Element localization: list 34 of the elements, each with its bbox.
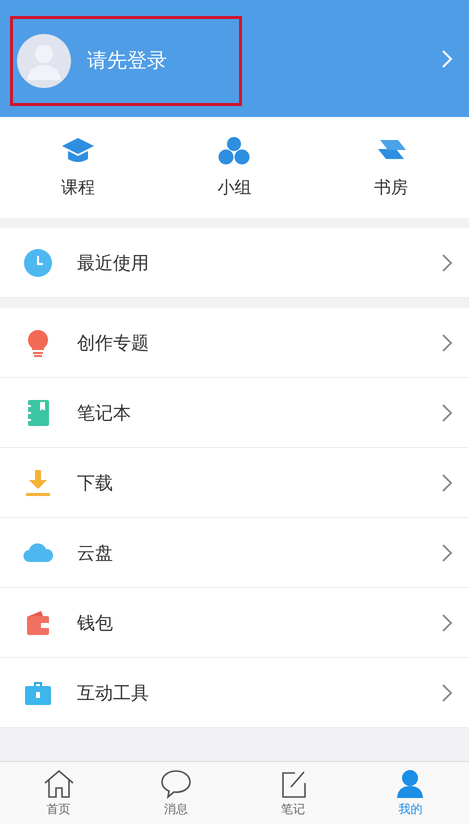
- tab[interactable]: 首页: [24, 768, 94, 818]
- chevron-right-icon: [441, 682, 453, 702]
- menu-label: 云盘: [77, 542, 114, 564]
- menu-item[interactable]: 创作专题: [0, 308, 469, 378]
- shortcut-button[interactable]: 课程: [38, 136, 118, 199]
- menu-label: 创作专题: [77, 332, 150, 354]
- menu-item[interactable]: 最近使用: [0, 228, 469, 298]
- chevron-right-icon: [441, 612, 453, 632]
- menu-label: 钱包: [77, 612, 114, 634]
- speech-bubble-icon: [160, 768, 192, 798]
- chevron-right-icon: [441, 542, 453, 562]
- chevron-right-icon: [441, 252, 453, 272]
- menu-item[interactable]: 笔记本: [0, 378, 469, 448]
- three-circles-icon: [217, 136, 252, 166]
- chevron-right-icon: [441, 472, 453, 492]
- menu-label: 最近使用: [77, 252, 150, 274]
- chevron-right-icon: [441, 332, 453, 352]
- chevron-right-icon: [441, 402, 453, 422]
- tab[interactable]: 消息: [140, 768, 211, 818]
- download-icon: [23, 468, 53, 498]
- menu-item[interactable]: 下载: [0, 448, 469, 518]
- menu-label: 下载: [77, 472, 114, 494]
- shortcut-button[interactable]: 小组: [194, 136, 274, 199]
- shortcut-button[interactable]: 书房: [350, 136, 431, 199]
- menu-label: 互动工具: [77, 682, 150, 704]
- avatar-icon: [17, 34, 71, 88]
- menu-item[interactable]: 钱包: [0, 588, 469, 658]
- menu-label: 笔记本: [77, 402, 132, 424]
- menu-item[interactable]: 互动工具: [0, 658, 469, 728]
- menu-item[interactable]: 云盘: [0, 518, 469, 588]
- clock-icon: [23, 248, 53, 278]
- tab[interactable]: 笔记: [258, 768, 328, 818]
- chevron-right-icon[interactable]: [441, 48, 453, 68]
- home-icon: [42, 768, 75, 798]
